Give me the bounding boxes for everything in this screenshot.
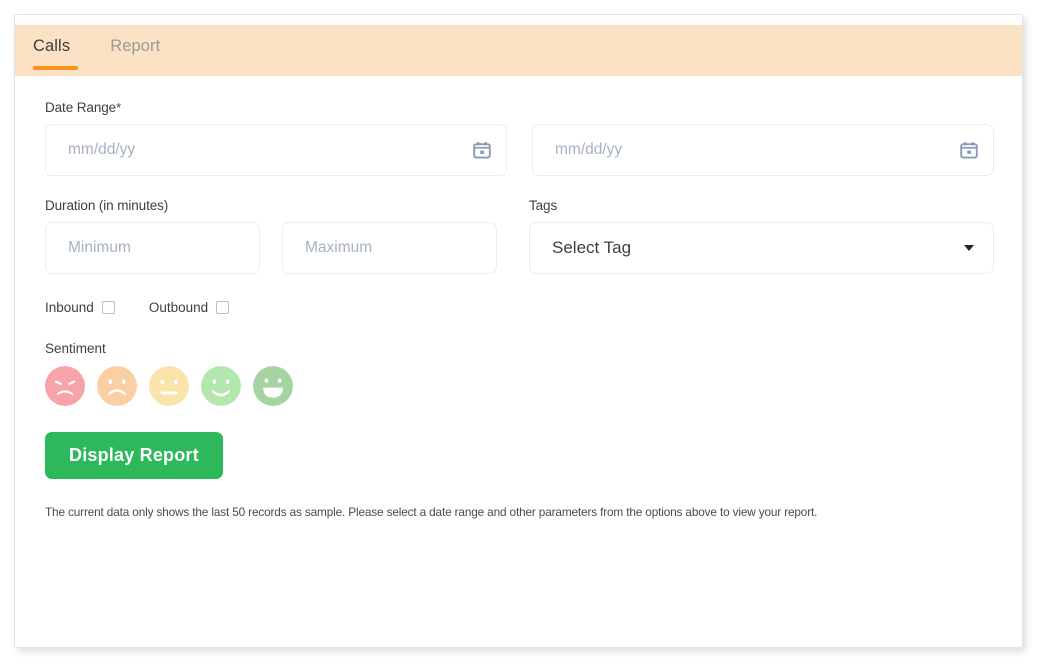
inbound-checkbox[interactable] bbox=[101, 301, 115, 314]
duration-inputs bbox=[45, 222, 504, 274]
sentiment-label: Sentiment bbox=[45, 341, 106, 356]
inbound-label: Inbound bbox=[45, 300, 94, 315]
date-range-label: Date Range* bbox=[45, 100, 994, 115]
grin-face-icon[interactable] bbox=[253, 366, 293, 406]
direction-checkbox-row: Inbound Outbound bbox=[45, 300, 994, 315]
outbound-label: Outbound bbox=[148, 300, 209, 315]
tag-select[interactable]: Select Tag bbox=[529, 222, 994, 274]
tags-label: Tags bbox=[529, 198, 558, 213]
duration-label: Duration (in minutes) bbox=[45, 198, 169, 213]
duration-max-input[interactable] bbox=[282, 222, 497, 274]
tags-group: Tags Select Tag bbox=[529, 198, 994, 274]
tab-report-label: Report bbox=[110, 37, 161, 55]
tab-calls-label: Calls bbox=[33, 37, 71, 55]
active-tab-indicator bbox=[33, 66, 78, 70]
chevron-down-icon bbox=[964, 245, 974, 251]
neutral-face-icon[interactable] bbox=[149, 366, 189, 406]
outbound-checkbox[interactable] bbox=[216, 301, 230, 314]
sample-data-note: The current data only shows the last 50 … bbox=[45, 505, 818, 519]
sad-face-icon[interactable] bbox=[97, 366, 137, 406]
start-date-input[interactable] bbox=[45, 124, 507, 176]
smile-face-icon[interactable] bbox=[201, 366, 241, 406]
date-range-label-text: Date Range bbox=[45, 100, 117, 115]
tag-select-wrap: Select Tag bbox=[529, 222, 994, 274]
duration-min-input[interactable] bbox=[45, 222, 260, 274]
date-range-row bbox=[45, 124, 994, 176]
report-filter-card: Calls Report Date Range* mm/dd/yy mm/dd/… bbox=[14, 14, 1023, 648]
end-date-input[interactable] bbox=[532, 124, 994, 176]
duration-min-field bbox=[45, 222, 260, 274]
required-marker: * bbox=[116, 100, 122, 115]
tab-report[interactable]: Report bbox=[110, 25, 178, 76]
end-date-field bbox=[532, 124, 994, 176]
card-top-strip bbox=[15, 15, 1022, 25]
outbound-checkbox-item[interactable]: Outbound bbox=[148, 300, 230, 315]
duration-max-field bbox=[282, 222, 497, 274]
duration-group: Duration (in minutes) bbox=[45, 198, 504, 274]
sentiment-options bbox=[45, 366, 994, 406]
duration-tags-row: Duration (in minutes) Tags Se bbox=[45, 198, 994, 274]
display-report-button[interactable]: Display Report bbox=[45, 432, 223, 479]
inbound-checkbox-item[interactable]: Inbound bbox=[45, 300, 115, 315]
filter-form: Date Range* mm/dd/yy mm/dd/yy Duration (… bbox=[15, 76, 1022, 524]
angry-face-icon[interactable] bbox=[45, 366, 85, 406]
screen-root: Calls Report Date Range* mm/dd/yy mm/dd/… bbox=[0, 0, 1038, 667]
start-date-field bbox=[45, 124, 507, 176]
tab-bar: Calls Report bbox=[15, 25, 1022, 76]
tab-calls[interactable]: Calls bbox=[33, 25, 88, 76]
tag-select-value: Select Tag bbox=[552, 238, 632, 257]
